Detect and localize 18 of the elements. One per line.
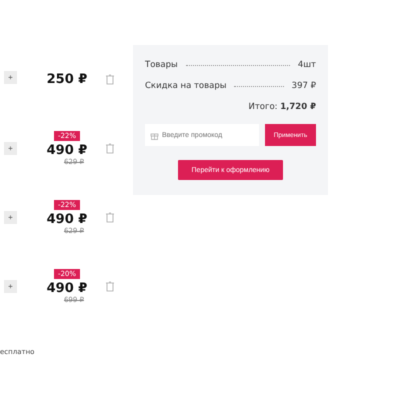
trash-icon[interactable] [105,281,115,292]
plus-button[interactable]: + [4,142,17,155]
price: 490 ₽ [46,212,88,227]
price: 490 ₽ [46,143,88,158]
price: 490 ₽ [46,281,88,296]
total: Итого: 1,720 ₽ [248,102,316,112]
trash-icon[interactable] [105,74,115,85]
price: 250 ₽ [46,72,88,87]
plus-button[interactable]: + [4,211,17,224]
summary-label: Товары [145,60,178,70]
summary-value: 397 ₽ [292,81,316,91]
plus-button[interactable]: + [4,280,17,293]
plus-button[interactable]: + [4,71,17,84]
trash-icon[interactable] [105,212,115,223]
trash-icon[interactable] [105,143,115,154]
summary-value: 4шт [298,60,316,70]
summary-label: Скидка на товары [145,81,226,91]
gift-icon [150,130,159,140]
